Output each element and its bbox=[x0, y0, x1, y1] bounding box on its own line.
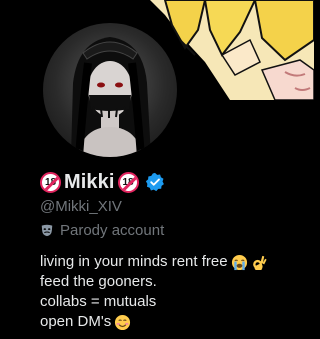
bio-line: collabs = mutuals bbox=[40, 292, 268, 312]
profile-avatar[interactable] bbox=[40, 20, 180, 160]
bio-line-text: open DM's bbox=[40, 313, 112, 330]
account-label-text: Parody account bbox=[60, 221, 165, 239]
username-handle: @Mikki_XIV bbox=[40, 198, 122, 215]
bio-line: living in your minds rent free bbox=[40, 252, 268, 272]
bio-line-text: feed the gooners. bbox=[40, 273, 157, 290]
bio-line: feed the gooners. bbox=[40, 272, 268, 292]
display-name: Mikki bbox=[64, 170, 115, 193]
profile-bio: living in your minds rent free feed the … bbox=[40, 252, 268, 332]
no-under-18-icon: 18 bbox=[117, 171, 139, 193]
account-label[interactable]: Parody account bbox=[40, 221, 164, 239]
bio-line-text: collabs = mutuals bbox=[40, 293, 157, 310]
no-under-18-icon: 18 bbox=[40, 171, 61, 193]
bio-line: open DM's bbox=[40, 312, 268, 332]
ok-hand-emoji bbox=[252, 255, 267, 270]
smiling-face-emoji bbox=[115, 314, 131, 330]
loudly-crying-face-emoji bbox=[231, 254, 247, 270]
profile-name-row: 18 Mikki 18 bbox=[40, 170, 165, 194]
verified-badge-icon[interactable] bbox=[145, 172, 165, 192]
avatar-image bbox=[43, 23, 177, 157]
theater-mask-icon bbox=[41, 224, 53, 237]
bio-line-text: living in your minds rent free bbox=[40, 253, 228, 270]
